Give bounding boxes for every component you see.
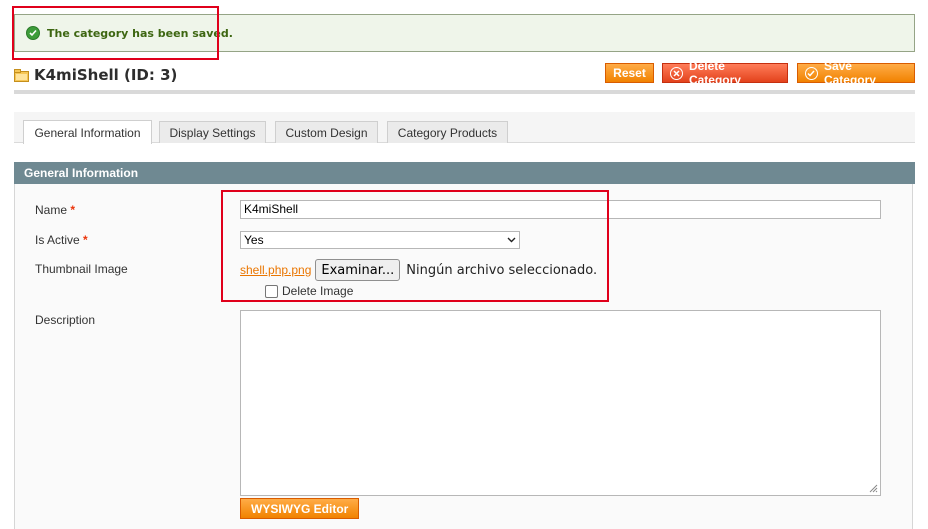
required-marker: *	[83, 233, 88, 247]
save-icon	[805, 66, 818, 80]
success-text: The category has been saved.	[47, 26, 233, 40]
reset-button[interactable]: Reset	[605, 63, 654, 83]
checkmark-icon	[26, 26, 40, 40]
folder-icon	[14, 68, 29, 82]
file-status-text: Ningún archivo seleccionado.	[406, 262, 598, 278]
thumbnail-label: Thumbnail Image	[35, 262, 128, 276]
tab-label: Category Products	[397, 125, 498, 140]
delete-category-button[interactable]: Delete Category	[662, 59, 788, 87]
delete-image-label: Delete Image	[282, 284, 354, 298]
section-header: General Information	[14, 162, 915, 184]
delete-icon	[670, 66, 683, 80]
is-active-select[interactable]: Yes	[240, 231, 520, 249]
chevron-down-icon	[507, 237, 516, 243]
delete-image-checkbox[interactable]	[265, 284, 278, 298]
thumbnail-upload: shell.php.png Examinar... Ningún archivo…	[240, 259, 597, 281]
success-message: The category has been saved.	[14, 14, 915, 52]
section-title: General Information	[24, 166, 139, 180]
thumbnail-file-link[interactable]: shell.php.png	[240, 263, 311, 277]
tab-label: Display Settings	[169, 125, 256, 140]
is-active-value: Yes	[244, 233, 264, 247]
wysiwyg-label: WYSIWYG Editor	[251, 501, 349, 516]
reset-label: Reset	[613, 66, 646, 80]
tab-display-settings[interactable]: Display Settings	[159, 121, 266, 143]
name-label: Name *	[35, 203, 76, 217]
delete-image-option: Delete Image	[265, 284, 353, 298]
description-label: Description	[35, 313, 96, 327]
name-value: K4miShell	[244, 202, 299, 216]
save-category-button[interactable]: Save Category	[797, 59, 915, 87]
wysiwyg-editor-button[interactable]: WYSIWYG Editor	[240, 498, 360, 519]
description-textarea[interactable]	[240, 310, 881, 496]
required-marker: *	[70, 203, 76, 217]
page-header: K4miShell (ID: 3)	[14, 66, 177, 84]
tab-general-information[interactable]: General Information	[23, 120, 152, 144]
delete-category-label: Delete Category	[688, 59, 741, 87]
tab-custom-design[interactable]: Custom Design	[275, 121, 378, 143]
tab-label: Custom Design	[285, 125, 368, 140]
name-field[interactable]: K4miShell	[240, 200, 881, 219]
is-active-label: Is Active *	[35, 233, 88, 247]
resize-handle-icon[interactable]	[868, 483, 878, 493]
tab-category-products[interactable]: Category Products	[387, 121, 508, 143]
header-divider	[14, 90, 915, 94]
save-category-label: Save Category	[823, 59, 876, 87]
browse-button[interactable]: Examinar...	[315, 259, 401, 281]
tab-label: General Information	[34, 125, 141, 140]
page-title: K4miShell (ID: 3)	[34, 66, 178, 84]
